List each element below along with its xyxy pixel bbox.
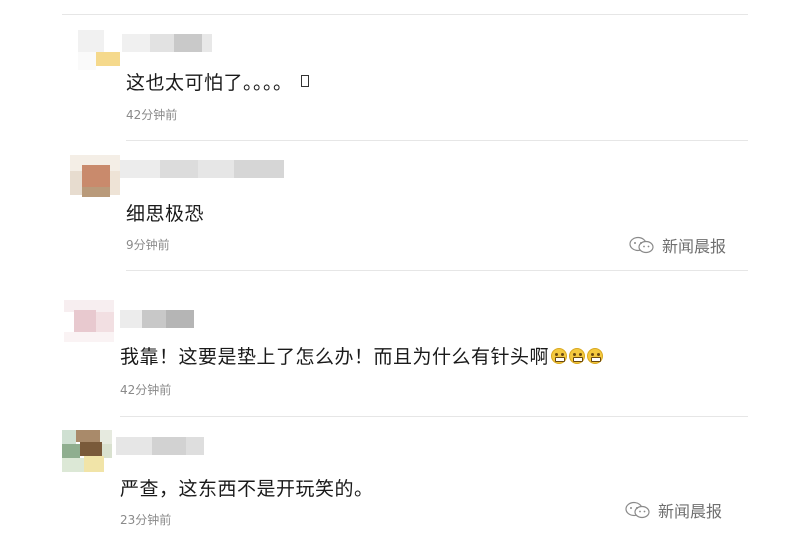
comment-text: 细思极恐 [126, 203, 205, 225]
watermark: 新闻晨报 [628, 233, 726, 257]
comment-time: 42分钟前 [126, 108, 178, 122]
missing-glyph [300, 75, 309, 87]
comment-time: 9分钟前 [126, 238, 170, 252]
comment-time: 42分钟前 [120, 383, 172, 397]
divider [126, 270, 748, 271]
grin-emoji [569, 348, 586, 364]
divider [62, 14, 748, 15]
divider [120, 416, 748, 417]
comment-text-content: 我靠！这要是垫上了怎么办！而且为什么有针头啊 [120, 346, 550, 368]
wechat-icon [625, 501, 650, 519]
comment-text: 这也太可怕了。。。。 [126, 68, 309, 95]
avatar[interactable] [70, 155, 120, 203]
watermark: 新闻晨报 [624, 498, 722, 522]
comment-text: 我靠！这要是垫上了怎么办！而且为什么有针头啊 [120, 342, 604, 369]
avatar[interactable] [62, 430, 112, 478]
comment-time: 23分钟前 [120, 513, 172, 527]
grin-emoji [551, 348, 568, 364]
comment-text-content: 这也太可怕了。。。。 [126, 72, 293, 94]
watermark-text: 新闻晨报 [658, 502, 723, 521]
avatar[interactable] [64, 300, 114, 348]
divider [126, 140, 748, 141]
grin-emoji [587, 348, 604, 364]
watermark-text: 新闻晨报 [662, 237, 727, 256]
wechat-icon [629, 236, 654, 254]
comment-text: 严查，这东西不是开玩笑的。 [120, 478, 374, 500]
avatar[interactable] [78, 30, 128, 78]
